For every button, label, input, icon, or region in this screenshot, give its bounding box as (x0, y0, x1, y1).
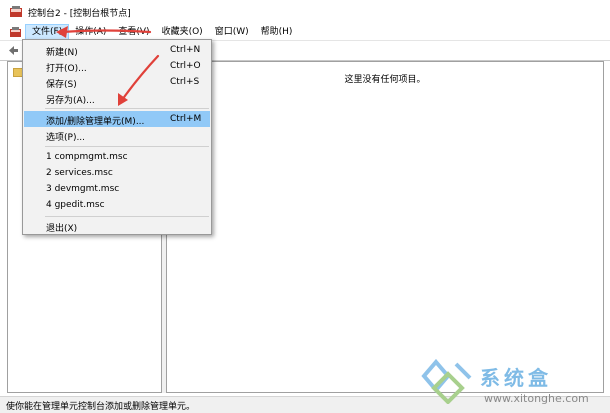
menu-item-add-remove-snapin[interactable]: 添加/删除管理单元(M)... Ctrl+M (24, 111, 210, 127)
menu-item-label: 2 services.msc (46, 168, 113, 178)
menu-item-exit[interactable]: 退出(X) (24, 218, 210, 234)
result-pane[interactable]: 这里没有任何项目。 (166, 61, 604, 393)
menu-item-shortcut: Ctrl+S (170, 77, 200, 87)
menu-item-label: 新建(N) (46, 48, 78, 58)
menu-file[interactable]: 文件(F) (25, 24, 70, 40)
status-text: 使你能在管理单元控制台添加或删除管理单元。 (6, 402, 196, 412)
console-mini-icon[interactable] (10, 26, 21, 38)
menu-item-shortcut: Ctrl+O (170, 61, 201, 71)
menu-item-label: 打开(O)... (46, 64, 87, 74)
menu-item-options[interactable]: 选项(P)... (24, 127, 210, 143)
menu-item-recent-4[interactable]: 4 gpedit.msc (24, 197, 210, 213)
menu-item-new[interactable]: 新建(N) Ctrl+N (24, 42, 210, 58)
menu-item-shortcut: Ctrl+N (170, 45, 201, 55)
watermark-brand: 系统盒 (480, 366, 552, 390)
menu-item-label: 另存为(A)... (46, 96, 95, 106)
menu-item-recent-2[interactable]: 2 services.msc (24, 165, 210, 181)
menu-item-recent-3[interactable]: 3 devmgmt.msc (24, 181, 210, 197)
menu-item-label: 选项(P)... (46, 133, 86, 143)
menu-separator (45, 216, 209, 217)
menu-separator (45, 108, 209, 109)
menu-item-recent-1[interactable]: 1 compmgmt.msc (24, 149, 210, 165)
menu-separator (45, 146, 209, 147)
menu-item-save-as[interactable]: 另存为(A)... (24, 90, 210, 106)
menu-action[interactable]: 操作(A) (69, 24, 112, 40)
title-bar: 控制台2 - [控制台根节点] (0, 0, 610, 24)
menu-item-shortcut: Ctrl+M (170, 114, 202, 124)
menu-item-open[interactable]: 打开(O)... Ctrl+O (24, 58, 210, 74)
console-app-icon (10, 6, 22, 18)
menu-help[interactable]: 帮助(H) (255, 24, 299, 40)
menu-window[interactable]: 窗口(W) (209, 24, 255, 40)
back-arrow-icon[interactable] (8, 45, 19, 56)
menu-item-label: 4 gpedit.msc (46, 200, 105, 210)
window-title: 控制台2 - [控制台根节点] (28, 8, 131, 19)
watermark-url: www.xitonghe.com (484, 392, 589, 405)
watermark: 系统盒 www.xitonghe.com (418, 356, 608, 408)
watermark-logo-icon (421, 358, 472, 404)
file-menu-dropdown: 新建(N) Ctrl+N 打开(O)... Ctrl+O 保存(S) Ctrl+… (22, 39, 212, 235)
empty-message: 这里没有任何项目。 (344, 75, 426, 85)
menu-item-label: 1 compmgmt.msc (46, 152, 128, 162)
menu-item-label: 添加/删除管理单元(M)... (46, 117, 145, 127)
menu-favorites[interactable]: 收藏夹(O) (156, 24, 209, 40)
menu-item-save[interactable]: 保存(S) Ctrl+S (24, 74, 210, 90)
menu-item-label: 保存(S) (46, 80, 77, 90)
menu-item-label: 退出(X) (46, 224, 78, 234)
menu-item-label: 3 devmgmt.msc (46, 184, 120, 194)
menu-view[interactable]: 查看(V) (112, 24, 155, 40)
